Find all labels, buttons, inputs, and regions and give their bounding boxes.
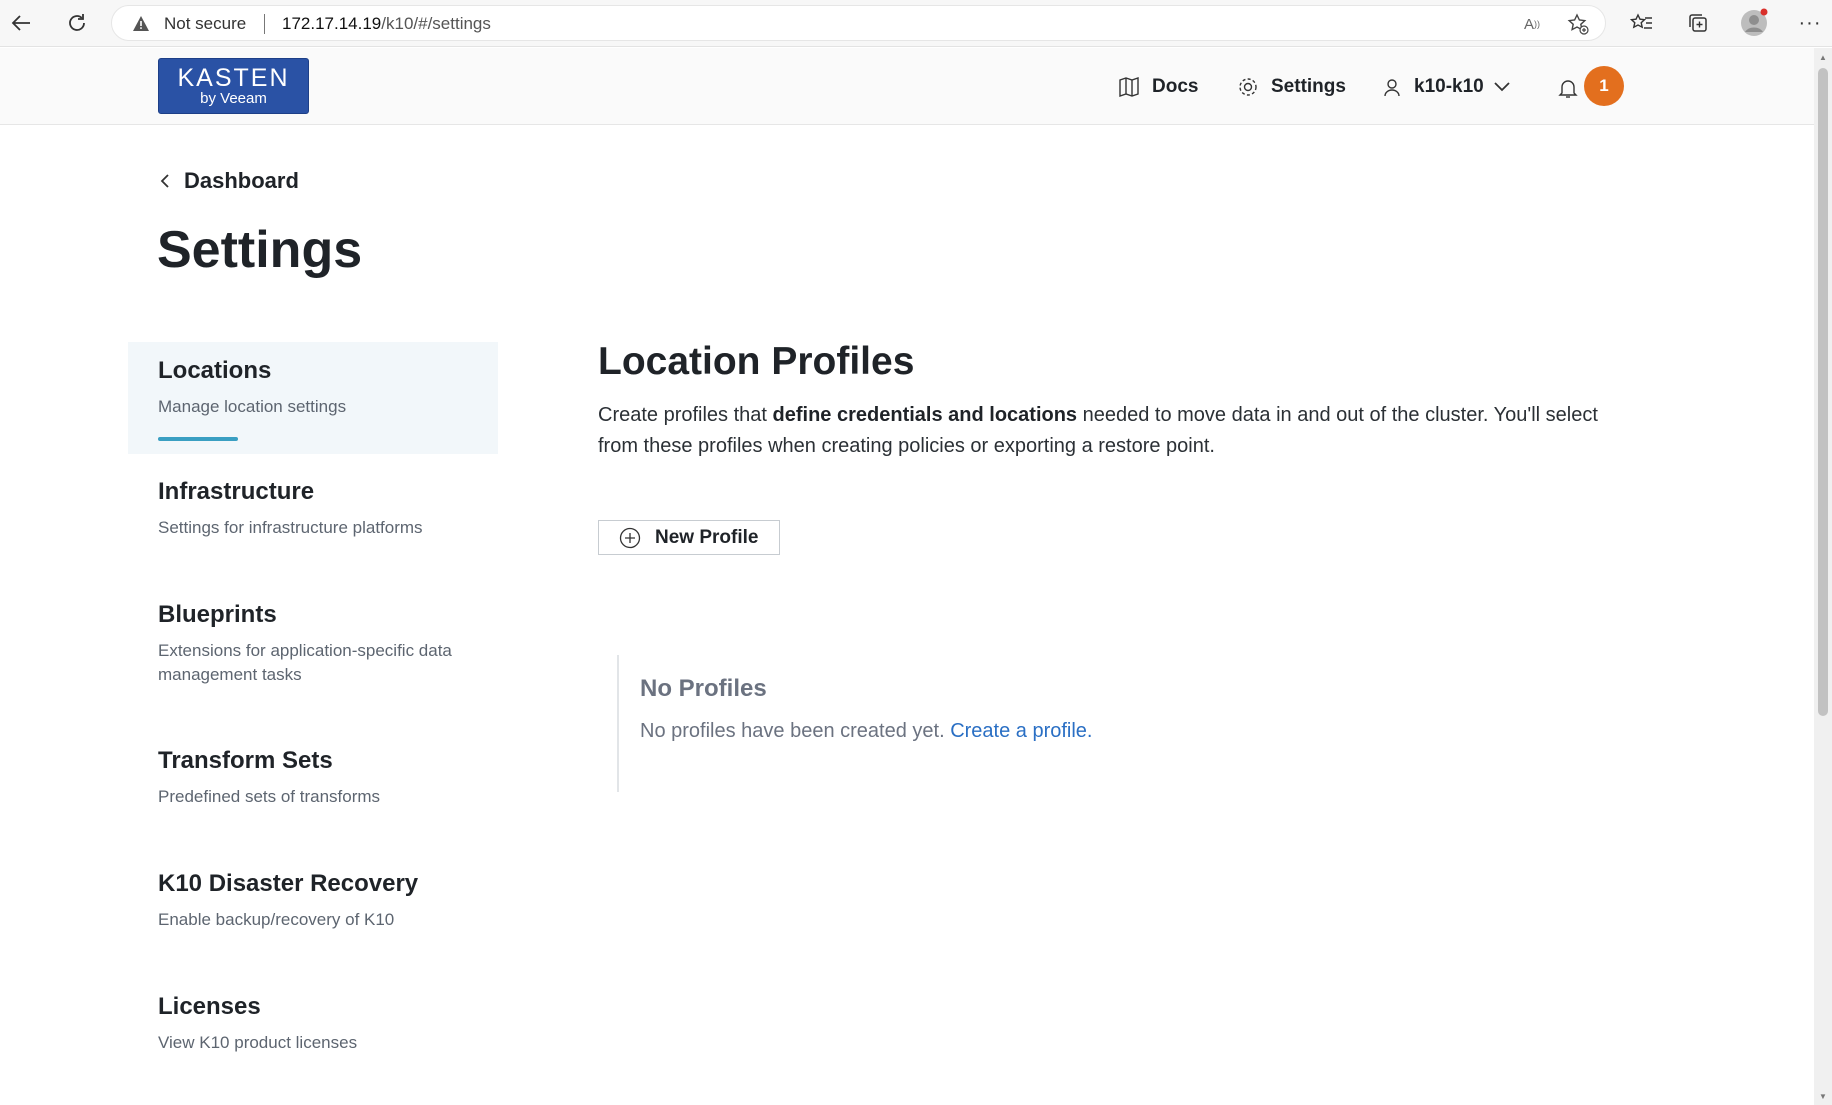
logo-main-text: KASTEN [177, 64, 290, 92]
url-text[interactable]: 172.17.14.19/k10/#/settings [282, 14, 491, 34]
empty-state-text: No profiles have been created yet. Creat… [640, 720, 1217, 743]
bell-icon[interactable] [1556, 76, 1580, 100]
browser-toolbar: Not secure 172.17.14.19/k10/#/settings A… [0, 0, 1832, 47]
security-status[interactable]: Not secure [164, 14, 246, 34]
sidebar-item-blueprints[interactable]: Blueprints Extensions for application-sp… [128, 601, 498, 687]
read-aloud-icon[interactable]: A)) [1521, 13, 1543, 35]
user-icon [1384, 79, 1400, 97]
plus-circle-icon [619, 527, 641, 548]
user-menu[interactable]: k10-k10 [1382, 74, 1510, 100]
scroll-up-arrow[interactable]: ▲ [1818, 54, 1828, 62]
section-title: Location Profiles [598, 340, 915, 383]
breadcrumb-dashboard[interactable]: Dashboard [160, 168, 299, 194]
sidebar-item-title: Locations [158, 357, 272, 384]
app-header: KASTEN by Veeam Docs Settings k10-k10 1 [0, 48, 1814, 125]
docs-link[interactable]: Docs [1118, 74, 1198, 100]
settings-label: Settings [1271, 76, 1346, 97]
desc-bold: define credentials and locations [772, 404, 1078, 426]
more-options-icon[interactable]: ··· [1795, 8, 1825, 38]
warning-icon [133, 16, 149, 31]
sidebar-item-locations[interactable]: Locations Manage location settings [128, 342, 498, 454]
create-profile-link[interactable]: Create a profile. [950, 720, 1092, 742]
section-description: Create profiles that define credentials … [598, 400, 1618, 462]
desc-part-1: Create profiles that [598, 404, 773, 426]
sidebar-item-title: Transform Sets [158, 747, 333, 774]
breadcrumb-label: Dashboard [184, 168, 299, 193]
sidebar-item-desc: Enable backup/recovery of K10 [158, 910, 395, 929]
settings-link[interactable]: Settings [1237, 74, 1346, 100]
sidebar-item-title: K10 Disaster Recovery [158, 870, 419, 897]
sidebar-item-infrastructure[interactable]: Infrastructure Settings for infrastructu… [128, 478, 498, 540]
address-bar[interactable]: Not secure 172.17.14.19/k10/#/settings A… [111, 5, 1606, 41]
logo-sub-text: by Veeam [200, 90, 267, 107]
sidebar-item-desc: View K10 product licenses [158, 1033, 358, 1052]
new-profile-button[interactable]: New Profile [598, 520, 780, 555]
back-arrow-icon[interactable] [6, 8, 36, 38]
page-scrollbar[interactable]: ▲ ▼ [1814, 48, 1832, 1105]
notification-badge[interactable]: 1 [1584, 66, 1624, 106]
docs-label: Docs [1152, 76, 1199, 97]
profile-avatar-icon[interactable] [1739, 8, 1769, 38]
chevron-left-icon [160, 174, 169, 188]
empty-state-title: No Profiles [640, 675, 767, 702]
scroll-down-arrow[interactable]: ▼ [1818, 1093, 1828, 1101]
sidebar-item-title: Licenses [158, 993, 261, 1020]
user-label: k10-k10 [1414, 76, 1484, 97]
add-favorite-icon[interactable] [1567, 13, 1589, 35]
url-host: 172.17.14.19 [282, 14, 382, 33]
sidebar-item-desc: Manage location settings [158, 397, 347, 416]
gear-icon [1239, 78, 1257, 96]
sidebar-item-transform-sets[interactable]: Transform Sets Predefined sets of transf… [128, 747, 498, 809]
sidebar-item-licenses[interactable]: Licenses View K10 product licenses [128, 993, 498, 1055]
empty-state-message: No profiles have been created yet. [640, 720, 951, 742]
chevron-down-icon [1494, 82, 1510, 92]
sidebar-item-desc: Extensions for application-specific data… [158, 641, 452, 684]
active-indicator [158, 437, 238, 441]
new-profile-label: New Profile [655, 526, 759, 548]
page-title: Settings [157, 221, 363, 279]
favorites-icon[interactable] [1627, 8, 1657, 38]
collections-icon[interactable] [1683, 8, 1713, 38]
scroll-thumb[interactable] [1818, 68, 1828, 716]
sidebar-item-desc: Settings for infrastructure platforms [158, 518, 423, 537]
sidebar-item-k10-disaster-recovery[interactable]: K10 Disaster Recovery Enable backup/reco… [128, 870, 498, 932]
sidebar-item-title: Infrastructure [158, 478, 315, 505]
refresh-icon[interactable] [62, 8, 92, 38]
sidebar-item-title: Blueprints [158, 601, 277, 628]
empty-state: No Profiles No profiles have been create… [617, 655, 1217, 792]
kasten-logo[interactable]: KASTEN by Veeam [158, 58, 309, 114]
book-icon [1119, 77, 1139, 97]
url-path: /k10/#/settings [381, 14, 491, 33]
address-divider [264, 14, 265, 34]
sidebar-item-desc: Predefined sets of transforms [158, 787, 381, 806]
